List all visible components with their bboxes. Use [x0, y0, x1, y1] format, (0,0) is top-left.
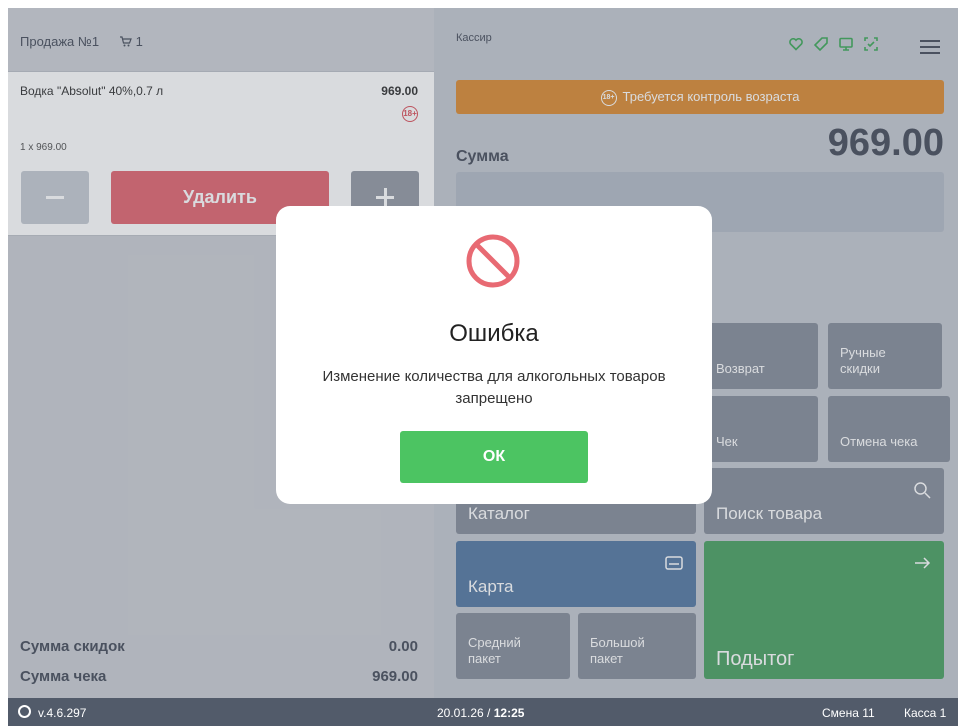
ok-button[interactable]: ОК — [400, 431, 588, 483]
error-dialog: Ошибка Изменение количества для алкоголь… — [276, 206, 712, 504]
datetime: 20.01.26 / 12:25 — [437, 706, 524, 720]
dialog-message: Изменение количества для алкогольных тов… — [322, 368, 666, 407]
forbidden-icon — [466, 234, 520, 288]
date: 20.01.26 / — [437, 706, 491, 720]
shift-number: Смена 11 — [822, 706, 875, 720]
app-version: v.4.6.297 — [38, 706, 87, 720]
pos-app: Продажа №1 1 Водка "Absolut" 40%,0.7 л 9… — [8, 8, 958, 726]
dialog-title: Ошибка — [449, 320, 539, 347]
app-logo-icon — [18, 705, 31, 718]
status-bar: v.4.6.297 20.01.26 / 12:25 Смена 11 Касс… — [8, 698, 958, 726]
register-number: Касса 1 — [904, 706, 947, 720]
time: 12:25 — [493, 706, 525, 720]
